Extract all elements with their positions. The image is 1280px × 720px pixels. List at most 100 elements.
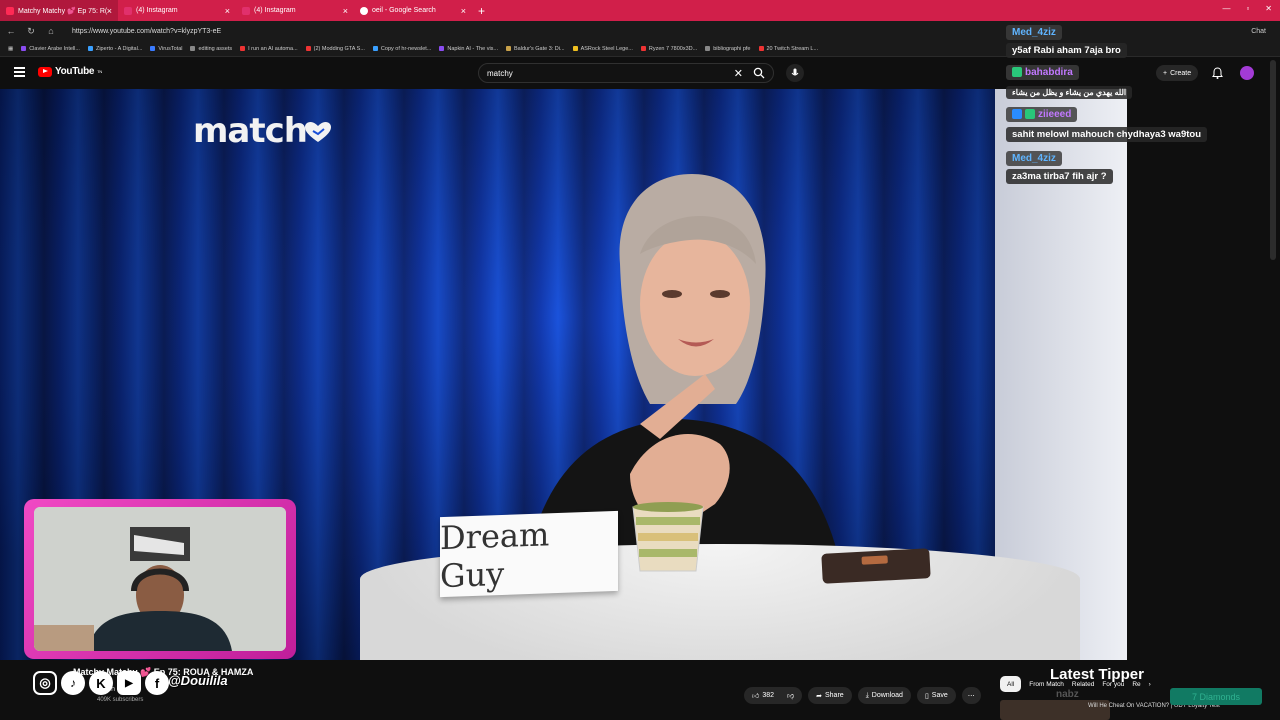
url-field[interactable]: https://www.youtube.com/watch?v=klyzpYT3… [72, 28, 221, 35]
bookmark-icon [372, 46, 378, 51]
thumbs-up-icon: 👍︎ [752, 693, 760, 700]
tab-label: (4) Instagram [136, 7, 178, 14]
subscriber-badge-icon [1012, 67, 1022, 77]
match-heart-icon [305, 122, 331, 142]
tip-amount: 7 Diamonds [1170, 688, 1262, 705]
bookmark-icon [758, 46, 764, 51]
stream-chat: Med_4ziz y5af Rabi aham 7aja bro bahabdi… [1006, 22, 1246, 190]
bookmark[interactable]: Baldur's Gate 3: Di... [506, 46, 565, 52]
apps-icon[interactable]: ▦ [8, 46, 13, 52]
close-tab-icon[interactable]: × [225, 6, 230, 16]
close-tab-icon[interactable]: × [107, 6, 112, 16]
minimize-icon[interactable]: — [1222, 4, 1230, 13]
chat-text: za3ma tirba7 fih ajr ? [1006, 169, 1113, 184]
close-tab-icon[interactable]: × [461, 6, 466, 16]
thumbs-down-icon[interactable]: 👎︎ [787, 691, 794, 700]
bookmark[interactable]: ASRock Steel Lege... [572, 46, 633, 52]
streamer-webcam [24, 499, 296, 659]
save-button[interactable]: ▯ Save [916, 687, 956, 704]
chat-message: ziieeed sahit melowl mahouch chydhaya3 w… [1006, 106, 1246, 142]
youtube-favicon-icon [6, 6, 14, 15]
bookmark-icon [305, 46, 311, 51]
tab-label: oeil - Google Search [372, 7, 436, 14]
bookmark[interactable]: Ziperto - A Digital... [87, 46, 142, 52]
bookmark[interactable]: Clavier Arabe Intell... [21, 46, 80, 52]
streamer-figure [34, 507, 286, 651]
bookmark[interactable]: I run an AI automa... [240, 46, 298, 52]
close-window-icon[interactable]: ✕ [1265, 4, 1272, 13]
tiktok-icon: ♪ [61, 671, 85, 695]
chat-username: Med_4ziz [1006, 151, 1062, 166]
google-favicon-icon [360, 6, 368, 15]
bookmark[interactable]: bibliographi pfe [705, 46, 751, 52]
bookmark[interactable]: Napkin AI - The vis... [439, 46, 498, 52]
chat-username: bahabdira [1006, 64, 1079, 80]
window-controls: — ▫ ✕ [1222, 4, 1272, 13]
dessert-cup [632, 502, 704, 572]
download-button[interactable]: ⤓ Download [857, 687, 911, 704]
chat-text: sahit melowl mahouch chydhaya3 wa9tou [1006, 127, 1207, 142]
bookmark-icon [439, 46, 445, 51]
search-icon[interactable] [753, 67, 765, 79]
chat-username: Med_4ziz [1006, 25, 1062, 40]
back-icon[interactable]: ← [6, 26, 16, 36]
scrollbar[interactable] [1270, 60, 1276, 260]
chat-message: Med_4ziz za3ma tirba7 fih ajr ? [1006, 148, 1246, 184]
bookmark-icon [572, 46, 578, 51]
tab-label: Matchy Matchy 💕 Ep 75: R( [18, 7, 108, 15]
folder-icon [705, 46, 711, 51]
share-icon: ➦ [816, 692, 822, 700]
chat-button[interactable]: Chat [1251, 28, 1266, 35]
bookmark[interactable]: VirusTotal [150, 46, 182, 52]
browser-tab[interactable]: (4) Instagram × [118, 0, 236, 21]
share-button[interactable]: ➦ Share [808, 687, 852, 704]
youtube-play-icon [38, 66, 52, 77]
instagram-favicon-icon [242, 6, 250, 15]
browser-tab-bar: Matchy Matchy 💕 Ep 75: R( × (4) Instagra… [0, 0, 1280, 21]
chat-message: Med_4ziz y5af Rabi aham 7aja bro [1006, 22, 1246, 58]
latest-tipper-label: Latest Tipper [1050, 666, 1144, 683]
tab-label: (4) Instagram [254, 7, 296, 14]
youtube-logo[interactable]: YouTube TN [38, 66, 102, 77]
reload-icon[interactable]: ↻ [26, 26, 36, 37]
browser-tab[interactable]: Matchy Matchy 💕 Ep 75: R( × [0, 0, 118, 21]
bookmark[interactable]: Copy of hr-newslet... [372, 46, 431, 52]
bookmark[interactable]: 20 Twitch Stream L... [758, 46, 818, 52]
chat-text: y5af Rabi aham 7aja bro [1006, 43, 1127, 58]
home-icon[interactable]: ⌂ [46, 26, 56, 36]
instagram-favicon-icon [124, 6, 132, 15]
maximize-icon[interactable]: ▫ [1246, 4, 1249, 13]
video-actions: 👍︎ 382 👎︎ ➦ Share ⤓ Download ▯ Save ⋯ [744, 687, 981, 704]
bookmark-icon [21, 46, 27, 51]
social-icons: ◎ ♪ K ▶ f [33, 671, 169, 695]
chat-text: الله يهدي من يشاء و يظل من يشاء [1006, 86, 1133, 99]
like-button[interactable]: 👍︎ 382 👎︎ [744, 687, 803, 704]
clear-search-icon[interactable]: ✕ [734, 67, 743, 80]
social-handle: @Douilila [168, 673, 228, 688]
download-icon: ⤓ [865, 691, 869, 699]
bookmark[interactable]: Ryzen 7 7800x3D... [640, 46, 697, 52]
voice-search-icon[interactable] [786, 64, 804, 82]
chat-username: ziieeed [1006, 106, 1078, 122]
menu-icon[interactable] [14, 67, 25, 77]
moderator-badge-icon [1012, 109, 1022, 119]
browser-tab[interactable]: oeil - Google Search × [354, 0, 472, 21]
facebook-icon: f [145, 671, 169, 695]
bookmark-icon [87, 46, 93, 51]
phone [821, 548, 931, 584]
new-tab-button[interactable]: + [478, 4, 485, 18]
kick-icon: K [89, 671, 113, 695]
close-tab-icon[interactable]: × [343, 6, 348, 16]
subscriber-badge-icon [1025, 109, 1035, 119]
nameplate: Dream Guy [440, 510, 618, 598]
browser-tab[interactable]: (4) Instagram × [236, 0, 354, 21]
folder-icon [190, 46, 196, 51]
more-actions-icon[interactable]: ⋯ [961, 687, 981, 704]
bookmark[interactable]: editing assets [190, 46, 232, 52]
chevron-right-icon[interactable]: › [1149, 681, 1151, 688]
bookmark[interactable]: (2) Modding GTA S... [305, 46, 365, 52]
search-input[interactable]: matchy ✕ [478, 63, 774, 83]
bookmark-icon [506, 46, 512, 51]
filter-chip-all[interactable]: All [1000, 676, 1022, 692]
bookmark-icon [150, 46, 156, 51]
